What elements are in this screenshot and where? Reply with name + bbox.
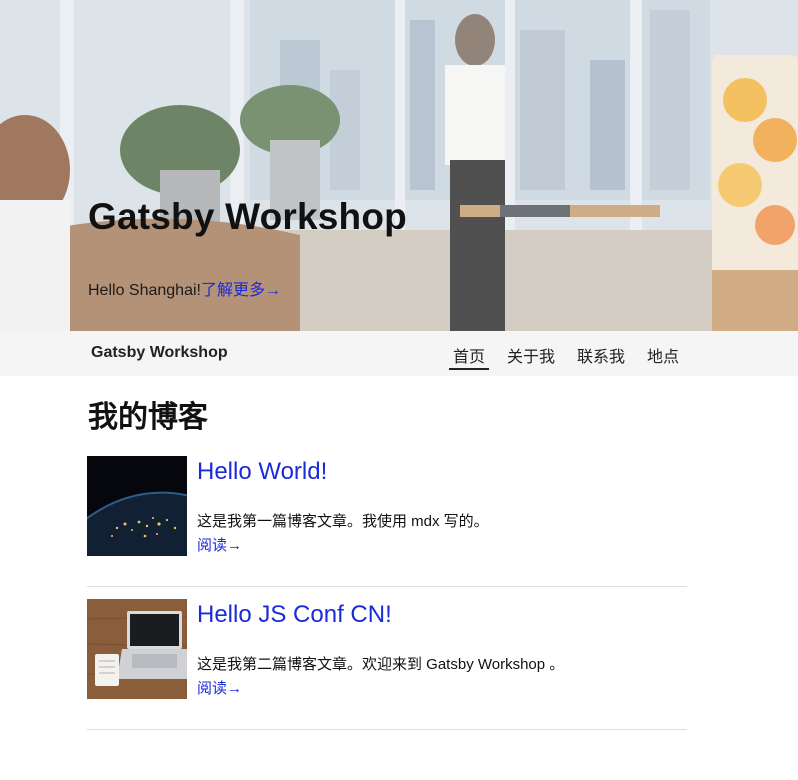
post-title-link[interactable]: Hello World! (197, 458, 327, 486)
earth-at-night-image[interactable] (87, 456, 187, 556)
top-navbar: Gatsby Workshop 首页 关于我 联系我 地点 (0, 331, 798, 376)
blog-heading: 我的博客 (88, 401, 208, 434)
nav-menu: 首页 关于我 联系我 地点 (435, 331, 683, 376)
hero-title: Gatsby Workshop (88, 196, 407, 237)
learn-more-link[interactable]: 了解更多→ (201, 282, 281, 299)
blog-content: 我的博客 Hello World! 这是我第一篇博客文章。我使用 mdx 写的。… (87, 376, 687, 730)
nav-item-about[interactable]: 关于我 (503, 331, 559, 376)
read-more-link[interactable]: 阅读→ (197, 677, 242, 698)
laptop-on-desk-image[interactable] (87, 599, 187, 699)
nav-item-home[interactable]: 首页 (448, 331, 489, 376)
post-excerpt: 这是我第一篇博客文章。我使用 mdx 写的。 (197, 513, 489, 530)
navbar-brand[interactable]: Gatsby Workshop (91, 344, 228, 362)
nav-item-location[interactable]: 地点 (643, 331, 683, 376)
hero-greeting: Hello Shanghai! (88, 282, 201, 299)
hero-banner: Gatsby Workshop Hello Shanghai!了解更多→ (0, 0, 798, 331)
read-more-link[interactable]: 阅读→ (197, 534, 242, 555)
post-excerpt: 这是我第二篇博客文章。欢迎来到 Gatsby Workshop 。 (197, 656, 565, 673)
post-title-link[interactable]: Hello JS Conf CN! (197, 601, 392, 629)
hero-subtitle: Hello Shanghai!了解更多→ (88, 276, 281, 300)
blog-post-item: Hello World! 这是我第一篇博客文章。我使用 mdx 写的。 阅读→ (87, 456, 687, 587)
blog-post-item: Hello JS Conf CN! 这是我第二篇博客文章。欢迎来到 Gatsby… (87, 599, 687, 730)
nav-item-contact[interactable]: 联系我 (573, 331, 629, 376)
